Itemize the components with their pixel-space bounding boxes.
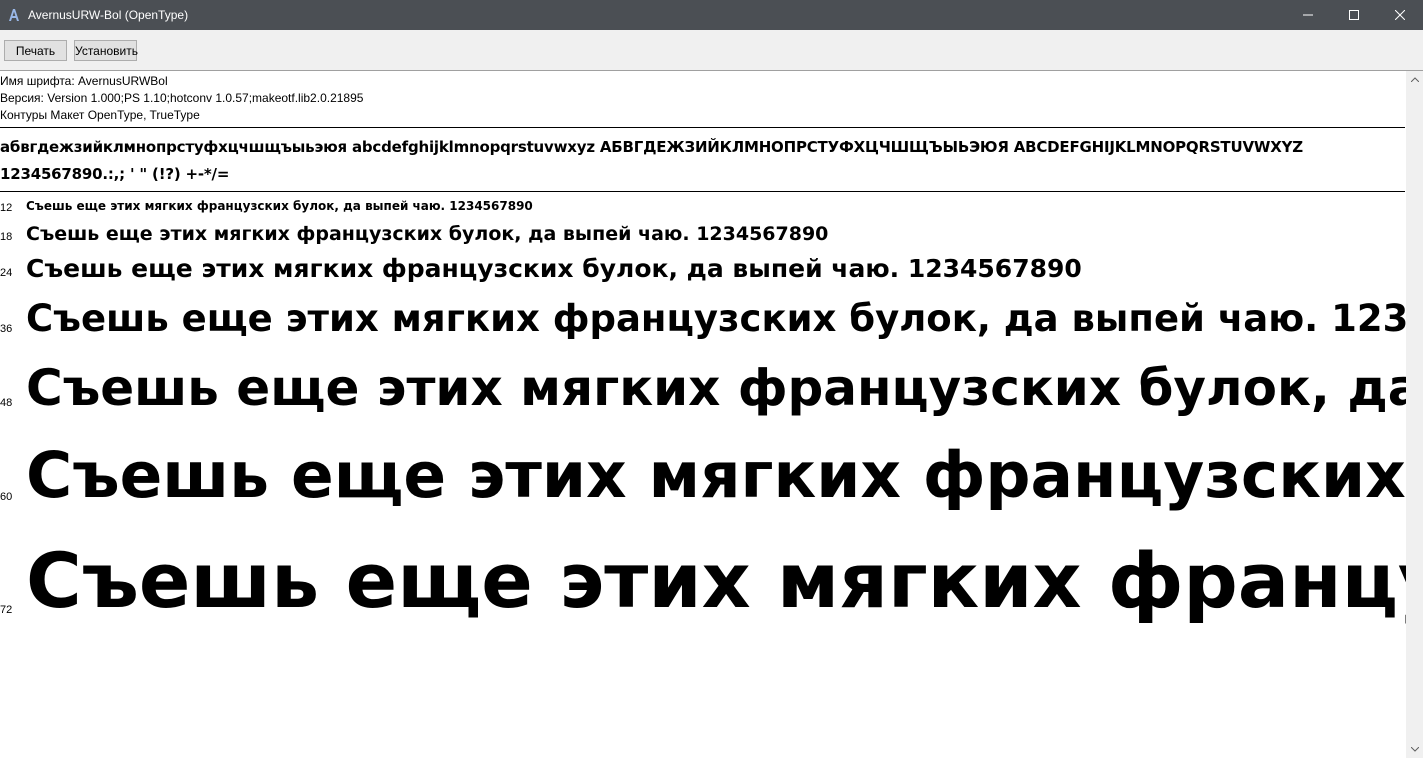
character-set-symbols: 1234567890.:,; ' " (!?) +-*/=	[0, 165, 230, 183]
close-button[interactable]	[1377, 0, 1423, 30]
font-preview-area: Имя шрифта: AvernusURWBol Версия: Versio…	[0, 71, 1406, 758]
sample-size-label: 60	[0, 491, 13, 503]
sample-size-label: 36	[0, 323, 13, 335]
sample-line: Съешь еще этих мягких французских булок,…	[26, 223, 829, 245]
font-viewer-window: AvernusURW-Bol (OpenType) Печать Установ…	[0, 0, 1423, 758]
title-bar[interactable]: AvernusURW-Bol (OpenType)	[0, 0, 1423, 30]
toolbar: Печать Установить	[0, 30, 1423, 71]
scroll-up-button[interactable]	[1406, 71, 1423, 88]
sample-size-label: 72	[0, 604, 13, 616]
divider	[0, 127, 1405, 128]
sample-line: Съешь еще этих мягких французских булок,…	[26, 536, 1406, 625]
sample-size-label: 18	[0, 231, 13, 243]
font-outlines-info: Контуры Макет OpenType, TrueType	[0, 108, 200, 122]
font-version-info: Версия: Version 1.000;PS 1.10;hotconv 1.…	[0, 91, 364, 105]
vertical-scrollbar[interactable]	[1406, 71, 1423, 758]
sample-size-label: 48	[0, 397, 13, 409]
scroll-down-arrow-icon	[1410, 747, 1419, 752]
maximize-button[interactable]	[1331, 0, 1377, 30]
divider	[0, 191, 1405, 192]
minimize-icon	[1303, 14, 1313, 16]
scroll-down-button[interactable]	[1406, 741, 1423, 758]
window-title: AvernusURW-Bol (OpenType)	[28, 8, 189, 22]
sample-size-label: 24	[0, 267, 13, 279]
font-name-info: Имя шрифта: AvernusURWBol	[0, 74, 168, 88]
sample-line: Съешь еще этих мягких французских булок,…	[26, 439, 1406, 512]
print-button[interactable]: Печать	[4, 40, 67, 61]
close-icon	[1395, 10, 1405, 20]
sample-size-label: 12	[0, 202, 13, 214]
sample-line: Съешь еще этих мягких французских булок,…	[26, 359, 1406, 417]
font-file-icon[interactable]	[6, 7, 22, 23]
sample-line: Съешь еще этих мягких французских булок,…	[26, 254, 1082, 283]
maximize-icon	[1349, 10, 1359, 20]
minimize-button[interactable]	[1285, 0, 1331, 30]
character-set-letters: абвгдежзийклмнопрстуфхцчшщъыьэюя abcdefg…	[0, 138, 1303, 156]
sample-line: Съешь еще этих мягких французских булок,…	[26, 199, 533, 213]
scroll-up-arrow-icon	[1410, 77, 1419, 82]
sample-line: Съешь еще этих мягких французских булок,…	[26, 297, 1406, 340]
install-button[interactable]: Установить	[74, 40, 138, 61]
